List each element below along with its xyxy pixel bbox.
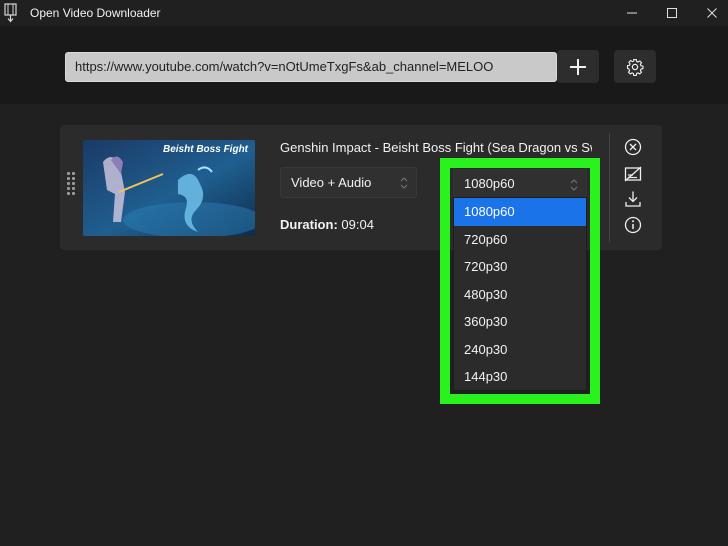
info-button[interactable] — [622, 214, 644, 236]
quality-option[interactable]: 720p30 — [454, 253, 586, 281]
select-arrows-icon — [570, 179, 578, 191]
app-film-icon — [3, 3, 19, 23]
thumbnail-caption: Beisht Boss Fight — [163, 144, 249, 155]
settings-button[interactable] — [614, 50, 656, 83]
title-bar: Open Video Downloader — [0, 0, 728, 26]
video-thumbnail: Beisht Boss Fight — [83, 140, 255, 236]
remove-icon — [624, 138, 642, 156]
plus-icon — [570, 58, 586, 75]
app-title: Open Video Downloader — [30, 6, 161, 20]
quality-option[interactable]: 240p30 — [454, 336, 586, 364]
quality-option[interactable]: 144p30 — [454, 363, 586, 391]
select-arrows-icon — [400, 177, 408, 189]
quality-value: 1080p60 — [464, 176, 515, 191]
quality-option[interactable]: 480p30 — [454, 281, 586, 309]
download-icon — [625, 191, 641, 207]
maximize-icon — [667, 8, 677, 18]
download-button[interactable] — [622, 188, 644, 210]
video-title: Genshin Impact - Beisht Boss Fight (Sea … — [280, 140, 592, 155]
drag-handle-icon[interactable] — [67, 172, 77, 198]
quality-option[interactable]: 360p30 — [454, 308, 586, 336]
duration-value: 09:04 — [341, 217, 374, 232]
minimize-icon — [627, 12, 637, 14]
minimize-button[interactable] — [612, 0, 652, 26]
duration: Duration: 09:04 — [280, 217, 374, 232]
no-subtitles-icon — [624, 166, 642, 182]
info-icon — [624, 216, 642, 234]
quality-option[interactable]: 1080p60 — [454, 198, 586, 226]
duration-label: Duration: — [280, 217, 338, 232]
maximize-button[interactable] — [652, 0, 692, 26]
close-icon — [707, 8, 717, 18]
remove-video-button[interactable] — [622, 136, 644, 158]
format-type-select[interactable]: Video + Audio — [280, 167, 417, 198]
format-type-value: Video + Audio — [291, 175, 372, 190]
quality-dropdown-list: 1080p60 720p60 720p30 480p30 360p30 240p… — [453, 197, 587, 391]
add-video-button[interactable] — [557, 50, 599, 83]
quality-select[interactable]: 1080p60 — [453, 169, 587, 198]
quality-option[interactable]: 720p60 — [454, 226, 586, 254]
gear-icon — [626, 58, 644, 76]
close-window-button[interactable] — [692, 0, 728, 26]
url-input[interactable]: https://www.youtube.com/watch?v=nOtUmeTx… — [65, 52, 557, 82]
card-divider — [609, 133, 610, 242]
subtitles-button[interactable] — [622, 163, 644, 185]
url-toolbar: https://www.youtube.com/watch?v=nOtUmeTx… — [0, 26, 728, 104]
